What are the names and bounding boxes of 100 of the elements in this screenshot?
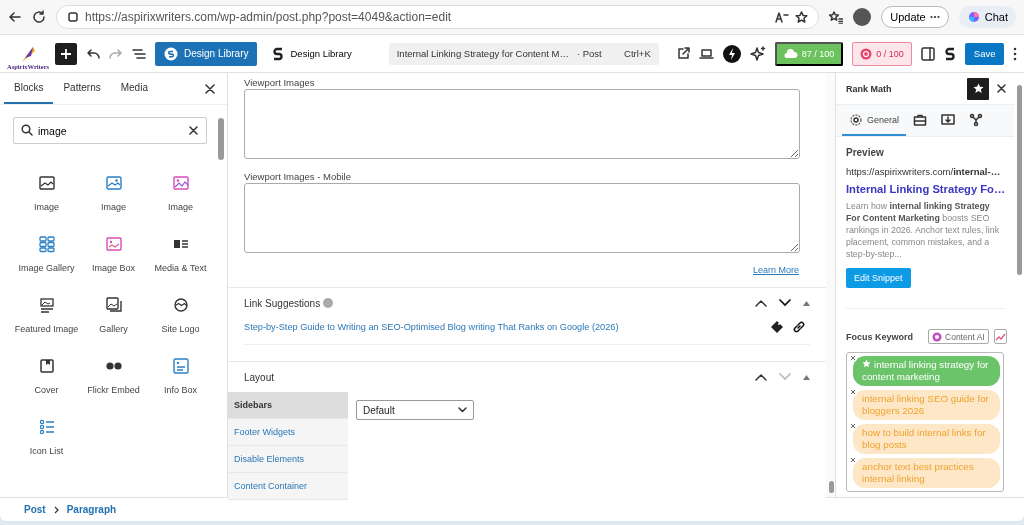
block-item[interactable]: Site Logo [147,296,214,335]
options-icon[interactable] [1013,46,1018,61]
add-block-icon[interactable] [55,42,77,65]
info-box-icon [171,357,190,375]
tag-icon[interactable] [770,320,784,334]
block-item[interactable]: Featured Image [13,296,80,335]
block-item[interactable]: Image [13,174,80,213]
laptop-icon[interactable] [698,47,714,60]
gear-icon [849,112,863,127]
triangle-up-icon[interactable] [803,374,810,380]
scrollbar[interactable] [829,481,834,493]
section-title: Layout [244,371,275,383]
cover-icon [37,357,56,375]
ai-logo-icon [932,331,942,342]
readability-score-button[interactable]: 0 / 100 [852,41,912,66]
sidebar-toggle-icon[interactable] [920,46,935,61]
more-icon [929,15,940,19]
gallery-grid-icon [37,235,56,253]
remove-icon[interactable] [849,456,857,464]
image-icon [104,174,123,192]
featured-image-icon [37,296,56,314]
block-item[interactable]: Icon List [13,418,80,457]
field-label: Viewport Images [244,77,316,88]
logo-icon [164,46,178,61]
design-library-button[interactable]: Design Library [155,41,258,66]
link-icon[interactable] [792,320,806,334]
lightning-logo-icon[interactable] [722,44,741,63]
nodes-icon [969,112,984,127]
undo-icon[interactable] [86,47,100,60]
layout-tab[interactable]: Sidebars [228,392,348,419]
preview-title[interactable]: Internal Linking Strategy Fo… [846,183,1004,195]
breadcrumb-link[interactable]: Post [24,504,46,515]
star-outline-icon[interactable] [795,10,809,24]
layout-select[interactable]: Default [356,400,474,420]
star-icon [862,359,871,370]
favorites-icon[interactable] [829,10,844,24]
back-icon[interactable] [8,10,22,24]
chat-logo-icon [966,10,981,24]
caret-icon [458,407,467,413]
preview-url: https://aspirixwriters.com/internal-… [846,166,1002,177]
remove-icon[interactable] [849,388,857,396]
field-label: Viewport Images - Mobile [244,171,352,182]
lock-icon [67,11,79,23]
search-icon [21,124,33,136]
trend-icon[interactable] [993,329,1007,344]
image-box-icon [104,235,123,253]
design-library-link[interactable]: Design Library [266,45,358,62]
breadcrumb-link[interactable]: Paragraph [66,504,117,515]
search-field[interactable]: image [13,117,207,144]
block-item[interactable]: Image [80,174,147,213]
block-item[interactable]: Media & Text [147,235,214,274]
inserter-tab[interactable]: Patterns [53,73,111,104]
external-link-icon[interactable] [676,47,690,60]
section-title: Link Suggestions [244,297,321,309]
close-icon[interactable] [997,84,1006,93]
chevron-up-icon[interactable] [755,373,767,381]
section-heading: Preview [846,147,885,158]
inserter-tab[interactable]: Blocks [4,73,54,104]
command-bar[interactable]: Internal Linking Strategy for Content M… · Post Ctrl+K [388,42,659,65]
sparkle-icon[interactable] [749,45,766,62]
block-item[interactable]: Info Box [147,357,214,396]
chevron-up-icon[interactable] [755,299,767,307]
chevron-down-icon[interactable] [779,299,791,307]
close-icon[interactable] [205,83,215,94]
screen-icon [941,112,956,127]
block-item[interactable]: Cover [13,357,80,396]
block-item[interactable]: Image Gallery [13,235,80,274]
toolbox-icon [913,112,928,127]
chat-button[interactable]: Chat [958,6,1016,28]
avatar[interactable] [853,8,872,26]
suggestion-link[interactable]: Step-by-Step Guide to Writing an SEO-Optimised Blog writing That Ranks on Google (2026) [244,322,770,332]
cloud-icon [783,48,798,59]
update-button[interactable]: Update [881,6,949,28]
triangle-up-icon[interactable] [803,300,810,306]
block-item[interactable]: Gallery [80,296,147,335]
block-item[interactable]: Image [147,174,214,213]
refresh-icon[interactable] [32,10,46,24]
learn-more-link[interactable]: Learn More [752,265,799,275]
chevron-right-icon [53,505,59,514]
scrollbar[interactable] [1017,85,1022,275]
scrollbar[interactable] [218,118,224,160]
address-bar[interactable]: https://aspirixwriters.com/wp-admin/post.php?post=4049&action=edit [56,5,820,29]
site-logo-icon [171,296,190,314]
panel-title: Rank Math [846,83,893,94]
save-button[interactable]: Save [964,42,1005,65]
remove-icon[interactable] [849,422,857,430]
gallery-icon [104,296,123,314]
image-icon [37,174,56,192]
list-view-icon[interactable] [132,47,146,60]
s-logo-icon[interactable] [943,46,956,61]
content-ai-button[interactable]: Content AI [928,329,989,344]
inserter-tab[interactable]: Media [110,73,158,104]
clear-icon[interactable] [189,126,198,135]
preview-description: Learn how internal linking Strategy For Content Marketing boosts SEO rankings in 2026. Anchor text rules, link placement, common mistakes, and a step-by-step... [846,200,1001,260]
icon-list-icon [37,418,56,436]
remove-icon[interactable] [849,354,857,362]
read-aloud-icon[interactable] [775,11,790,23]
block-item[interactable]: Image Box [80,235,147,274]
s-logo-icon [272,46,285,61]
block-item[interactable]: Flickr Embed [80,357,147,396]
